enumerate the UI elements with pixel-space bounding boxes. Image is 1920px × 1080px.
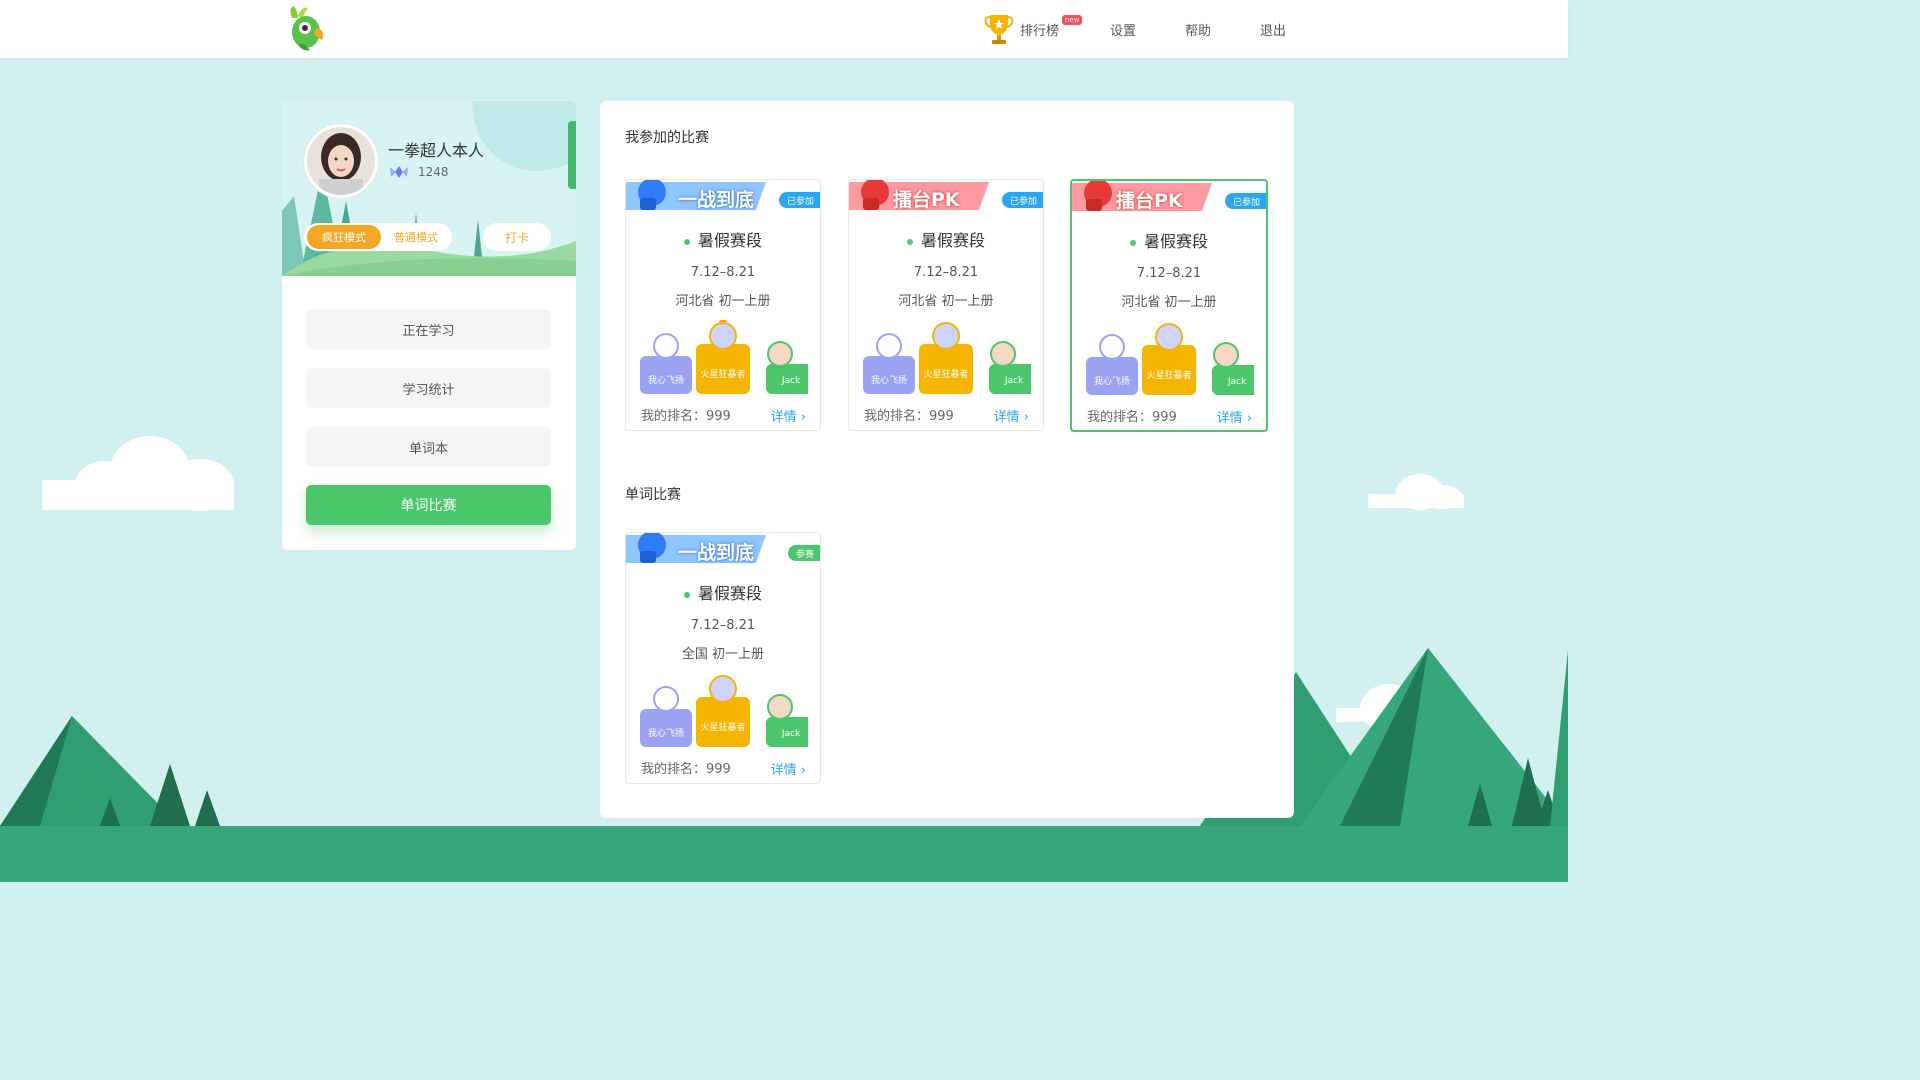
ground (0, 826, 1568, 882)
profile-panel: 一拳超人本人 1248 疯狂模式 普通模式 打卡 正在学习 学习统计 单词本 单… (282, 101, 576, 550)
menu-wordbook[interactable]: 单词本 (306, 427, 551, 467)
my-rank: 我的排名：999 (641, 762, 731, 777)
podium-second-name: 我心飞扬 (870, 376, 907, 386)
score-value: 1248 (418, 165, 449, 179)
avatar-portrait-icon (307, 127, 375, 195)
contest-date: 7.12–8.21 (1136, 266, 1202, 281)
banner-title: 擂台PK (1116, 190, 1183, 212)
status-dot (906, 238, 913, 245)
nav-settings[interactable]: 设置 (1110, 0, 1136, 58)
menu-learning[interactable]: 正在学习 (306, 309, 551, 349)
contest-card-selected[interactable]: 擂台PK 已参加 暑假赛段 7.12–8.21 河北省 初一上册 我心飞扬 火星… (1070, 179, 1268, 432)
podium-third-name: Jack (781, 376, 801, 386)
nav-leaderboard-label: 排行榜 (1020, 23, 1060, 39)
status-tag[interactable]: 参赛 (787, 545, 820, 561)
contest-name-label: 暑假赛段 (697, 584, 762, 603)
mode-toggle[interactable]: 疯狂模式 普通模式 (304, 223, 452, 251)
mode-normal-button[interactable]: 普通模式 (381, 229, 451, 245)
contest-name-label: 暑假赛段 (697, 231, 762, 250)
contest-name: 暑假赛段 (626, 580, 820, 604)
status-dot (683, 591, 690, 598)
contest-card[interactable]: 一战到底 已参加 暑假赛段 7.12–8.21 河北省 初一上册 我心飞扬 火星… (625, 179, 821, 431)
banner-title: 擂台PK (893, 189, 960, 211)
detail-link[interactable]: 详情 › (771, 406, 806, 425)
avatar[interactable] (304, 124, 378, 198)
status-dot (1129, 239, 1136, 246)
podium-second-name: 我心飞扬 (647, 729, 684, 739)
status-dot (683, 238, 690, 245)
contest-card[interactable]: 一战到底 参赛 暑假赛段 7.12–8.21 全国 初一上册 我心飞扬 火星狂暴… (625, 532, 821, 784)
checkin-button[interactable]: 打卡 (483, 223, 551, 251)
collapse-tab[interactable] (568, 121, 576, 189)
username: 一拳超人本人 (388, 141, 485, 160)
podium-first-name: 火星狂暴者 (1146, 371, 1192, 381)
trophy-icon (984, 15, 1014, 44)
podium-third-name: Jack (1227, 377, 1247, 387)
contest-name-label: 暑假赛段 (920, 231, 985, 250)
nav-leaderboard[interactable]: 排行榜 new (984, 0, 1083, 58)
contest-date: 7.12–8.21 (913, 265, 979, 280)
contest-date: 7.12–8.21 (690, 618, 756, 633)
menu-word-contest[interactable]: 单词比赛 (306, 485, 551, 525)
main-panel: 我参加的比赛 单词比赛 一战到底 已参加 暑假赛段 7.12–8.21 河北省 … (600, 101, 1294, 818)
cloud-left (42, 436, 234, 511)
word-contests-title: 单词比赛 (625, 487, 681, 503)
mode-crazy-button[interactable]: 疯狂模式 (307, 225, 381, 249)
parrot-logo-icon[interactable] (284, 4, 328, 54)
contest-region: 全国 初一上册 (681, 647, 765, 662)
detail-link[interactable]: 详情 › (1217, 407, 1252, 426)
new-badge: new (1062, 15, 1083, 25)
podium-first-name: 火星狂暴者 (700, 723, 746, 733)
my-rank: 我的排名：999 (1087, 410, 1177, 425)
menu-statistics[interactable]: 学习统计 (306, 368, 551, 408)
top-navbar: 排行榜 new 设置 帮助 退出 (0, 0, 1568, 58)
joined-contests-title: 我参加的比赛 (625, 130, 709, 146)
nav-help[interactable]: 帮助 (1185, 0, 1211, 58)
contest-name: 暑假赛段 (1072, 228, 1266, 252)
nav-exit[interactable]: 退出 (1260, 0, 1286, 58)
banner-title: 一战到底 (678, 189, 755, 211)
contest-name: 暑假赛段 (849, 227, 1043, 251)
contest-region: 河北省 初一上册 (675, 294, 771, 309)
podium-second-name: 我心飞扬 (1093, 377, 1130, 387)
my-rank: 我的排名：999 (641, 409, 731, 424)
contest-name-label: 暑假赛段 (1143, 232, 1208, 251)
podium-second-name: 我心飞扬 (647, 376, 684, 386)
detail-link[interactable]: 详情 › (771, 759, 806, 778)
contest-name: 暑假赛段 (626, 227, 820, 251)
status-tag: 已参加 (1224, 193, 1266, 209)
contest-region: 河北省 初一上册 (1121, 295, 1217, 310)
detail-link[interactable]: 详情 › (994, 406, 1029, 425)
podium-first-name: 火星狂暴者 (923, 370, 969, 380)
banner-title: 一战到底 (678, 542, 755, 564)
contest-region: 河北省 初一上册 (898, 294, 994, 309)
status-tag: 已参加 (1001, 192, 1043, 208)
status-tag: 已参加 (778, 192, 820, 208)
podium-third-name: Jack (1004, 376, 1024, 386)
contest-card[interactable]: 擂台PK 已参加 暑假赛段 7.12–8.21 河北省 初一上册 我心飞扬 火星… (848, 179, 1044, 431)
rank-medal-icon (390, 166, 408, 178)
contest-date: 7.12–8.21 (690, 265, 756, 280)
my-rank: 我的排名：999 (864, 409, 954, 424)
podium-third-name: Jack (781, 729, 801, 739)
score-row: 1248 (388, 164, 449, 180)
podium-first-name: 火星狂暴者 (700, 370, 746, 380)
